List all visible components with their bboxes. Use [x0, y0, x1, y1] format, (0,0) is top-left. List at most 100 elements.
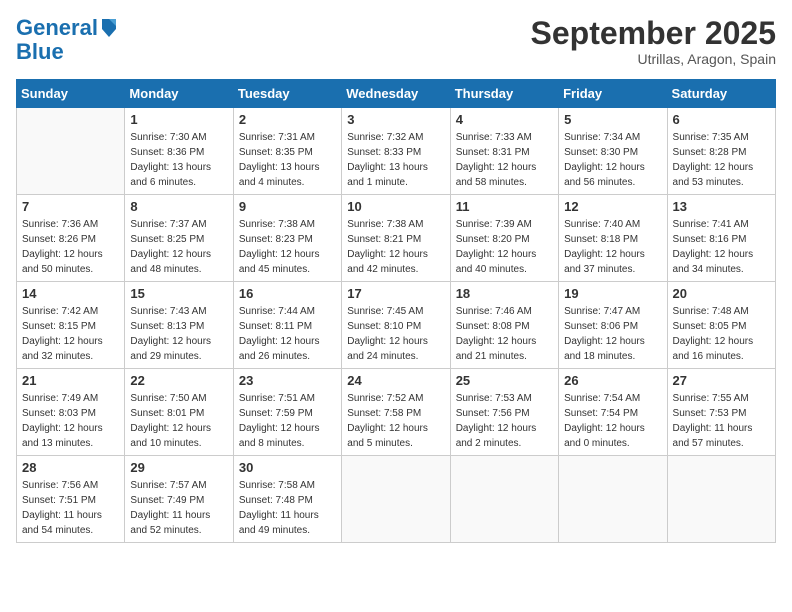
day-info: Sunrise: 7:40 AMSunset: 8:18 PMDaylight:…: [564, 217, 661, 277]
day-info: Sunrise: 7:56 AMSunset: 7:51 PMDaylight:…: [22, 478, 119, 538]
weekday-header: Tuesday: [233, 80, 341, 108]
day-info: Sunrise: 7:30 AMSunset: 8:36 PMDaylight:…: [130, 130, 227, 190]
calendar-cell: 6 Sunrise: 7:35 AMSunset: 8:28 PMDaylight…: [667, 108, 775, 195]
day-number: 27: [673, 373, 770, 388]
day-number: 25: [456, 373, 553, 388]
calendar-cell: 11 Sunrise: 7:39 AMSunset: 8:20 PMDayligh…: [450, 195, 558, 282]
day-info: Sunrise: 7:49 AMSunset: 8:03 PMDaylight:…: [22, 391, 119, 451]
day-number: 6: [673, 112, 770, 127]
calendar-cell: 16 Sunrise: 7:44 AMSunset: 8:11 PMDayligh…: [233, 282, 341, 369]
calendar-cell: 29Sunrise: 7:57 AMSunset: 7:49 PMDayligh…: [125, 456, 233, 543]
logo-text-general: General: [16, 16, 98, 40]
day-info: Sunrise: 7:47 AMSunset: 8:06 PMDaylight:…: [564, 304, 661, 364]
calendar-cell: 5Sunrise: 7:34 AMSunset: 8:30 PMDaylight…: [559, 108, 667, 195]
day-number: 24: [347, 373, 444, 388]
calendar-cell: 21 Sunrise: 7:49 AMSunset: 8:03 PMDayligh…: [17, 369, 125, 456]
day-number: 15: [130, 286, 227, 301]
month-title: September 2025: [531, 16, 776, 51]
calendar-cell: 10Sunrise: 7:38 AMSunset: 8:21 PMDayligh…: [342, 195, 450, 282]
day-number: 29: [130, 460, 227, 475]
calendar-week-row: 28 Sunrise: 7:56 AMSunset: 7:51 PMDayligh…: [17, 456, 776, 543]
day-number: 17: [347, 286, 444, 301]
calendar-cell: 13 Sunrise: 7:41 AMSunset: 8:16 PMDayligh…: [667, 195, 775, 282]
calendar-cell: 8Sunrise: 7:37 AMSunset: 8:25 PMDaylight…: [125, 195, 233, 282]
calendar-cell: 30Sunrise: 7:58 AMSunset: 7:48 PMDayligh…: [233, 456, 341, 543]
day-number: 9: [239, 199, 336, 214]
calendar-week-row: 21 Sunrise: 7:49 AMSunset: 8:03 PMDayligh…: [17, 369, 776, 456]
weekday-header: Friday: [559, 80, 667, 108]
calendar-cell: 27Sunrise: 7:55 AMSunset: 7:53 PMDayligh…: [667, 369, 775, 456]
day-info: Sunrise: 7:48 AMSunset: 8:05 PMDaylight:…: [673, 304, 770, 364]
day-info: Sunrise: 7:54 AMSunset: 7:54 PMDaylight:…: [564, 391, 661, 451]
day-number: 14: [22, 286, 119, 301]
page-header: General Blue September 2025 Utrillas, Ar…: [16, 16, 776, 67]
calendar-week-row: 14 Sunrise: 7:42 AMSunset: 8:15 PMDayligh…: [17, 282, 776, 369]
calendar-table: SundayMondayTuesdayWednesdayThursdayFrid…: [16, 79, 776, 543]
day-info: Sunrise: 7:46 AMSunset: 8:08 PMDaylight:…: [456, 304, 553, 364]
calendar-cell: 3 Sunrise: 7:32 AMSunset: 8:33 PMDaylight…: [342, 108, 450, 195]
day-number: 12: [564, 199, 661, 214]
day-number: 13: [673, 199, 770, 214]
calendar-cell: 28 Sunrise: 7:56 AMSunset: 7:51 PMDayligh…: [17, 456, 125, 543]
day-info: Sunrise: 7:53 AMSunset: 7:56 PMDaylight:…: [456, 391, 553, 451]
calendar-cell: 1 Sunrise: 7:30 AMSunset: 8:36 PMDaylight…: [125, 108, 233, 195]
weekday-header: Monday: [125, 80, 233, 108]
day-number: 10: [347, 199, 444, 214]
day-number: 1: [130, 112, 227, 127]
day-info: Sunrise: 7:44 AMSunset: 8:11 PMDaylight:…: [239, 304, 336, 364]
day-info: Sunrise: 7:36 AMSunset: 8:26 PMDaylight:…: [22, 217, 119, 277]
day-info: Sunrise: 7:45 AMSunset: 8:10 PMDaylight:…: [347, 304, 444, 364]
day-info: Sunrise: 7:41 AMSunset: 8:16 PMDaylight:…: [673, 217, 770, 277]
day-number: 30: [239, 460, 336, 475]
day-number: 19: [564, 286, 661, 301]
calendar-cell: 22 Sunrise: 7:50 AMSunset: 8:01 PMDayligh…: [125, 369, 233, 456]
day-number: 4: [456, 112, 553, 127]
calendar-cell: 20 Sunrise: 7:48 AMSunset: 8:05 PMDayligh…: [667, 282, 775, 369]
day-info: Sunrise: 7:35 AMSunset: 8:28 PMDaylight:…: [673, 130, 770, 190]
day-number: 21: [22, 373, 119, 388]
day-info: Sunrise: 7:51 AMSunset: 7:59 PMDaylight:…: [239, 391, 336, 451]
day-info: Sunrise: 7:39 AMSunset: 8:20 PMDaylight:…: [456, 217, 553, 277]
day-info: Sunrise: 7:43 AMSunset: 8:13 PMDaylight:…: [130, 304, 227, 364]
logo: General Blue: [16, 16, 118, 64]
location: Utrillas, Aragon, Spain: [531, 51, 776, 67]
calendar-cell: 18Sunrise: 7:46 AMSunset: 8:08 PMDayligh…: [450, 282, 558, 369]
calendar-cell: [559, 456, 667, 543]
calendar-cell: [667, 456, 775, 543]
calendar-cell: 14 Sunrise: 7:42 AMSunset: 8:15 PMDayligh…: [17, 282, 125, 369]
calendar-cell: 7 Sunrise: 7:36 AMSunset: 8:26 PMDaylight…: [17, 195, 125, 282]
day-number: 5: [564, 112, 661, 127]
calendar-cell: 24 Sunrise: 7:52 AMSunset: 7:58 PMDayligh…: [342, 369, 450, 456]
day-info: Sunrise: 7:32 AMSunset: 8:33 PMDaylight:…: [347, 130, 444, 190]
day-number: 20: [673, 286, 770, 301]
day-number: 26: [564, 373, 661, 388]
calendar-cell: [342, 456, 450, 543]
calendar-cell: 12 Sunrise: 7:40 AMSunset: 8:18 PMDayligh…: [559, 195, 667, 282]
weekday-header: Saturday: [667, 80, 775, 108]
day-number: 28: [22, 460, 119, 475]
day-number: 23: [239, 373, 336, 388]
weekday-header: Wednesday: [342, 80, 450, 108]
day-number: 7: [22, 199, 119, 214]
calendar-cell: 15 Sunrise: 7:43 AMSunset: 8:13 PMDayligh…: [125, 282, 233, 369]
day-info: Sunrise: 7:52 AMSunset: 7:58 PMDaylight:…: [347, 391, 444, 451]
calendar-cell: 17 Sunrise: 7:45 AMSunset: 8:10 PMDayligh…: [342, 282, 450, 369]
calendar-week-row: 1 Sunrise: 7:30 AMSunset: 8:36 PMDaylight…: [17, 108, 776, 195]
day-number: 16: [239, 286, 336, 301]
calendar-cell: 4Sunrise: 7:33 AMSunset: 8:31 PMDaylight…: [450, 108, 558, 195]
day-number: 8: [130, 199, 227, 214]
logo-icon: [100, 17, 118, 39]
calendar-cell: 9Sunrise: 7:38 AMSunset: 8:23 PMDaylight…: [233, 195, 341, 282]
day-number: 11: [456, 199, 553, 214]
logo-text-blue: Blue: [16, 40, 118, 64]
calendar-cell: [450, 456, 558, 543]
calendar-cell: 25 Sunrise: 7:53 AMSunset: 7:56 PMDayligh…: [450, 369, 558, 456]
calendar-cell: 19 Sunrise: 7:47 AMSunset: 8:06 PMDayligh…: [559, 282, 667, 369]
calendar-cell: 23 Sunrise: 7:51 AMSunset: 7:59 PMDayligh…: [233, 369, 341, 456]
day-number: 22: [130, 373, 227, 388]
title-block: September 2025 Utrillas, Aragon, Spain: [531, 16, 776, 67]
calendar-cell: 2Sunrise: 7:31 AMSunset: 8:35 PMDaylight…: [233, 108, 341, 195]
day-number: 3: [347, 112, 444, 127]
day-info: Sunrise: 7:42 AMSunset: 8:15 PMDaylight:…: [22, 304, 119, 364]
day-info: Sunrise: 7:50 AMSunset: 8:01 PMDaylight:…: [130, 391, 227, 451]
